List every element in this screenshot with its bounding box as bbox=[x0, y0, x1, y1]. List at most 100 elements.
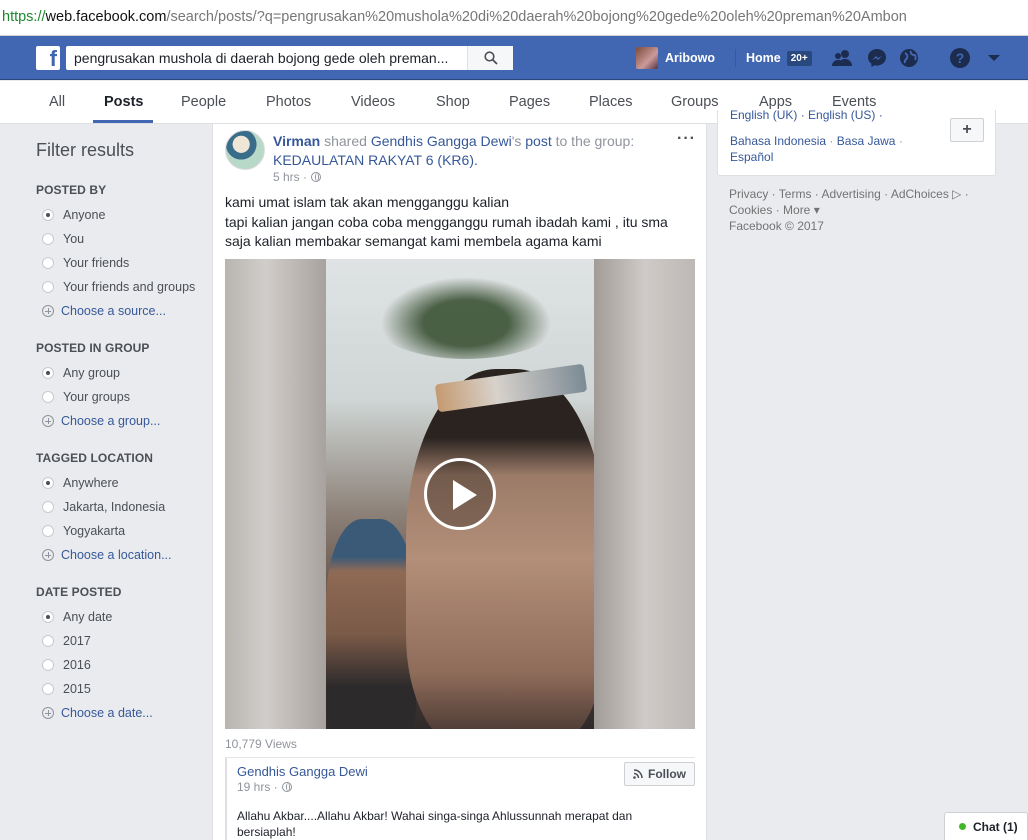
filter-option[interactable]: Your groups bbox=[36, 385, 206, 409]
language-card: English (UK) · English (US) · Bahasa Ind… bbox=[717, 107, 996, 176]
filter-option[interactable]: Any date bbox=[36, 605, 206, 629]
radio[interactable] bbox=[42, 635, 54, 647]
option-label: Any group bbox=[63, 366, 120, 380]
tab-shop[interactable]: Shop bbox=[436, 94, 470, 110]
active-tab-indicator bbox=[93, 120, 153, 123]
tab-photos[interactable]: Photos bbox=[266, 94, 311, 110]
filter-group-title: POSTED IN GROUP bbox=[36, 341, 150, 355]
facebook-logo[interactable]: f bbox=[36, 46, 60, 71]
footer-links: Privacy · Terms · Advertising · AdChoice… bbox=[729, 186, 989, 234]
option-label: Anyone bbox=[63, 208, 106, 222]
group-link[interactable]: KEDAULATAN RAKYAT 6 (KR6). bbox=[273, 152, 478, 168]
search-icon bbox=[483, 51, 498, 65]
filter-option[interactable]: Anywhere bbox=[36, 471, 206, 495]
footer-line[interactable]: Privacy · Terms · Advertising · AdChoice… bbox=[729, 186, 989, 202]
shared-time[interactable]: 19 hrs · bbox=[237, 780, 278, 794]
author-link[interactable]: Virman bbox=[273, 133, 320, 149]
messenger-icon[interactable] bbox=[866, 47, 888, 69]
filter-group-title: POSTED BY bbox=[36, 183, 107, 197]
footer-line[interactable]: Cookies · More ▾ bbox=[729, 202, 989, 218]
language-link[interactable]: Bahasa Indonesia bbox=[730, 134, 826, 148]
tab-all[interactable]: All bbox=[49, 94, 65, 110]
possessive: 's bbox=[511, 133, 526, 149]
language-links-cut[interactable]: English (UK) · English (US) · bbox=[730, 107, 883, 123]
post-meta: 5 hrs · bbox=[273, 170, 322, 184]
filter-option[interactable]: 2017 bbox=[36, 629, 206, 653]
filter-option[interactable]: Anyone bbox=[36, 203, 206, 227]
post-time[interactable]: 5 hrs · bbox=[273, 170, 307, 184]
radio[interactable] bbox=[42, 233, 54, 245]
filter-option[interactable]: Your friends and groups bbox=[36, 275, 206, 299]
divider bbox=[735, 49, 736, 67]
globe-icon[interactable] bbox=[898, 47, 920, 69]
add-language-button[interactable]: + bbox=[950, 118, 984, 142]
tab-places[interactable]: Places bbox=[589, 94, 633, 110]
post-link[interactable]: post bbox=[525, 133, 551, 149]
choose-source-link[interactable]: Choose a source... bbox=[36, 299, 206, 323]
filter-option[interactable]: Jakarta, Indonesia bbox=[36, 495, 206, 519]
friends-icon[interactable] bbox=[831, 47, 853, 69]
post-text-line: kami umat islam tak akan mengganggu kali… bbox=[225, 194, 510, 210]
svg-text:?: ? bbox=[956, 50, 965, 66]
post-text-line: tapi kalian jangan coba coba mengganggu … bbox=[225, 213, 668, 250]
choose-date-link[interactable]: Choose a date... bbox=[36, 701, 206, 725]
home-link[interactable]: Home 20+ bbox=[746, 50, 812, 66]
browser-address-bar[interactable]: https://web.facebook.com/search/posts/?q… bbox=[0, 0, 1028, 36]
post-options-button[interactable]: ··· bbox=[677, 130, 696, 148]
radio-selected[interactable] bbox=[42, 209, 54, 221]
shared-author-link[interactable]: Gendhis Gangga Dewi bbox=[237, 764, 368, 779]
radio[interactable] bbox=[42, 659, 54, 671]
option-label: Yogyakarta bbox=[63, 524, 126, 538]
source-link[interactable]: Gendhis Gangga Dewi bbox=[371, 133, 512, 149]
link-label: Choose a location... bbox=[61, 548, 172, 562]
tab-pages[interactable]: Pages bbox=[509, 94, 550, 110]
radio-selected[interactable] bbox=[42, 477, 54, 489]
video-player[interactable] bbox=[225, 259, 695, 729]
tab-groups[interactable]: Groups bbox=[671, 94, 719, 110]
choose-group-link[interactable]: Choose a group... bbox=[36, 409, 206, 433]
url-scheme: https:// bbox=[2, 9, 46, 25]
search-button[interactable] bbox=[467, 46, 513, 70]
choose-location-link[interactable]: Choose a location... bbox=[36, 543, 206, 567]
url-text[interactable]: https://web.facebook.com/search/posts/?q… bbox=[2, 9, 907, 25]
filter-option[interactable]: Any group bbox=[36, 361, 206, 385]
follow-button[interactable]: Follow bbox=[624, 762, 695, 786]
search-result-post: Virman shared Gendhis Gangga Dewi's post… bbox=[212, 124, 707, 840]
filter-option[interactable]: 2015 bbox=[36, 677, 206, 701]
link-label: Choose a date... bbox=[61, 706, 153, 720]
option-label: Your friends bbox=[63, 256, 130, 270]
tab-people[interactable]: People bbox=[181, 94, 226, 110]
radio[interactable] bbox=[42, 525, 54, 537]
caret-down-icon[interactable] bbox=[983, 47, 1005, 69]
radio[interactable] bbox=[42, 683, 54, 695]
tab-videos[interactable]: Videos bbox=[351, 94, 395, 110]
top-navigation-bar: f Aribowo Home 20+ ? bbox=[0, 36, 1028, 80]
radio[interactable] bbox=[42, 501, 54, 513]
filter-option[interactable]: Your friends bbox=[36, 251, 206, 275]
avatar[interactable] bbox=[636, 47, 658, 69]
filter-option[interactable]: 2016 bbox=[36, 653, 206, 677]
option-label: Your friends and groups bbox=[63, 280, 196, 294]
radio[interactable] bbox=[42, 391, 54, 403]
help-icon[interactable]: ? bbox=[949, 47, 971, 69]
tab-posts[interactable]: Posts bbox=[104, 94, 144, 110]
filter-group-title: DATE POSTED bbox=[36, 585, 122, 599]
shared-meta: 19 hrs · bbox=[237, 780, 292, 794]
chat-tab[interactable]: Chat (1) bbox=[944, 812, 1028, 840]
author-avatar[interactable] bbox=[225, 130, 265, 170]
follow-label: Follow bbox=[648, 767, 686, 781]
chat-label: Chat (1) bbox=[973, 819, 1018, 834]
language-link[interactable]: Basa Jawa bbox=[837, 134, 896, 148]
radio[interactable] bbox=[42, 257, 54, 269]
language-link[interactable]: Español bbox=[730, 150, 773, 164]
radio-selected[interactable] bbox=[42, 367, 54, 379]
radio[interactable] bbox=[42, 281, 54, 293]
shared-word: shared bbox=[320, 133, 371, 149]
filter-option[interactable]: You bbox=[36, 227, 206, 251]
option-label: 2015 bbox=[63, 682, 91, 696]
filter-option[interactable]: Yogyakarta bbox=[36, 519, 206, 543]
radio-selected[interactable] bbox=[42, 611, 54, 623]
profile-link[interactable]: Aribowo bbox=[665, 51, 715, 65]
play-icon[interactable] bbox=[424, 458, 496, 530]
search-input[interactable] bbox=[66, 46, 466, 70]
